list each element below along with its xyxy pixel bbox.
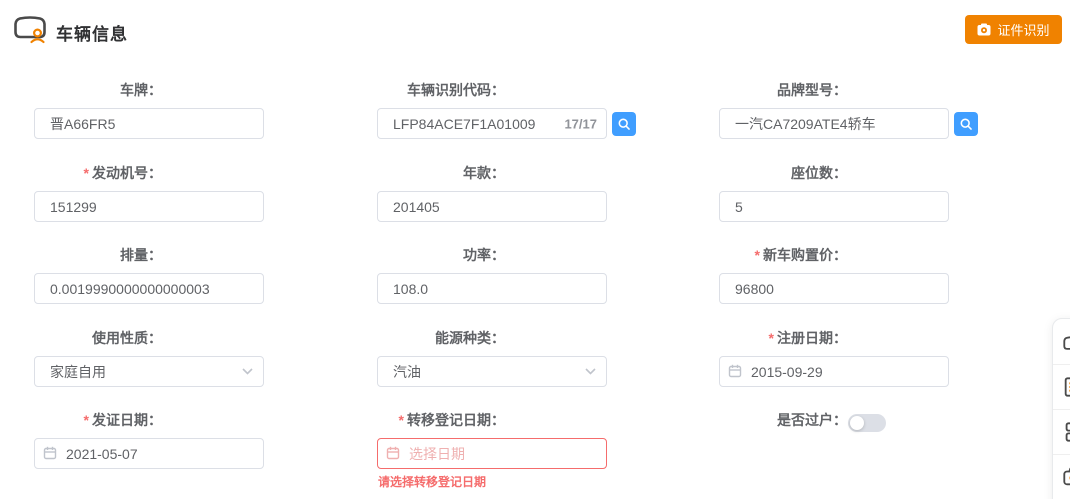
transfer-date-error: 请选择转移登记日期 <box>378 473 486 490</box>
displacement-input[interactable] <box>34 273 264 304</box>
car-icon <box>1062 331 1070 353</box>
toggle-knob <box>850 416 864 430</box>
power-input-wrap <box>377 273 607 304</box>
side-toolbar-vehicle[interactable] <box>1053 319 1070 364</box>
model-year-input[interactable] <box>377 191 607 222</box>
issue-date-input[interactable] <box>34 438 264 469</box>
displacement-label: 排量： <box>120 247 162 264</box>
usage-nature-select[interactable] <box>34 356 264 387</box>
vehicle-info-form: 车辆信息 证件识别 车牌： 车辆识别代码： 17/17 品牌型号： *发动 <box>0 0 1070 499</box>
usage-nature-label: 使用性质： <box>92 330 162 347</box>
power-input[interactable] <box>377 273 607 304</box>
transfer-date-wrap <box>377 438 607 469</box>
plate-input-wrap <box>34 108 264 139</box>
camera-icon <box>977 23 991 36</box>
seats-input[interactable] <box>719 191 949 222</box>
engine-no-label: *发动机号： <box>84 165 162 182</box>
model-year-input-wrap <box>377 191 607 222</box>
seats-label: 座位数： <box>791 165 847 182</box>
brand-model-label: 品牌型号： <box>777 82 847 99</box>
new-car-price-input[interactable] <box>719 273 949 304</box>
camera-icon <box>1062 466 1070 488</box>
register-date-input[interactable] <box>719 356 949 387</box>
side-toolbar-cards[interactable] <box>1053 409 1070 454</box>
register-date-wrap <box>719 356 949 387</box>
energy-type-select-wrap <box>377 356 607 387</box>
displacement-input-wrap <box>34 273 264 304</box>
engine-no-input[interactable] <box>34 191 264 222</box>
search-icon <box>617 117 631 131</box>
ocr-recognize-button[interactable]: 证件识别 <box>965 15 1062 44</box>
engine-no-input-wrap <box>34 191 264 222</box>
plate-label: 车牌： <box>120 82 162 99</box>
side-toolbar <box>1052 318 1070 499</box>
brand-model-input-wrap <box>719 108 949 139</box>
issue-date-label: *发证日期： <box>84 412 162 429</box>
brand-model-input[interactable] <box>719 108 949 139</box>
ocr-button-label: 证件识别 <box>997 20 1049 39</box>
transfer-date-input[interactable] <box>377 438 607 469</box>
power-label: 功率： <box>463 247 505 264</box>
vin-input[interactable] <box>377 108 607 139</box>
search-icon <box>959 117 973 131</box>
page-title: 车辆信息 <box>56 20 128 45</box>
seats-input-wrap <box>719 191 949 222</box>
vin-input-wrap: 17/17 <box>377 108 607 139</box>
vin-label: 车辆识别代码： <box>407 82 505 99</box>
brand-search-button[interactable] <box>954 112 978 136</box>
energy-type-label: 能源种类： <box>435 330 505 347</box>
new-car-price-label: *新车购置价： <box>755 247 847 264</box>
transfer-flag-label: 是否过户： <box>777 412 847 429</box>
id-cards-icon <box>1062 421 1070 443</box>
register-date-label: *注册日期： <box>769 330 847 347</box>
transfer-flag-toggle[interactable] <box>848 414 886 432</box>
energy-type-select[interactable] <box>377 356 607 387</box>
new-car-price-input-wrap <box>719 273 949 304</box>
document-list-icon <box>1062 376 1070 398</box>
side-toolbar-document[interactable] <box>1053 364 1070 409</box>
vin-search-button[interactable] <box>612 112 636 136</box>
side-toolbar-camera[interactable] <box>1053 454 1070 499</box>
usage-nature-select-wrap <box>34 356 264 387</box>
transfer-date-label: *转移登记日期： <box>399 412 505 429</box>
model-year-label: 年款： <box>463 165 505 182</box>
vehicle-header-icon <box>12 12 48 44</box>
plate-input[interactable] <box>34 108 264 139</box>
issue-date-wrap <box>34 438 264 469</box>
